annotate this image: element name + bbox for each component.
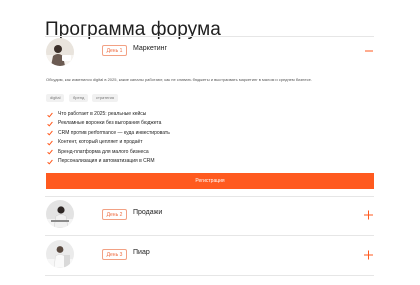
speaker-avatar [46,38,74,66]
divider [45,275,374,276]
plus-icon[interactable] [362,249,374,261]
check-icon [47,159,53,165]
session-description: Обсудим, как изменился digital в 2025, к… [46,77,312,82]
list-item-label: CRM против performance — куда инвестиров… [58,129,170,136]
tag: digital [46,94,65,102]
speaker-avatar [46,200,74,228]
list-item-label: Бренд-платформа для малого бизнеса [58,148,149,155]
register-button[interactable]: Регистрация [46,173,374,189]
divider [45,196,374,197]
minus-icon[interactable] [362,45,374,57]
list-item: CRM против performance — куда инвестиров… [47,129,170,138]
list-item: Бренд-платформа для малого бизнеса [47,148,170,157]
page-title: Программа форума [45,18,221,40]
plus-icon[interactable] [362,209,374,221]
list-item-label: Персонализация и автоматизация в CRM [58,157,155,164]
check-icon [47,112,53,118]
check-icon [47,149,53,155]
check-icon [47,140,53,146]
list-item: Что работает в 2025: реальные кейсы [47,110,170,119]
tag: стратегия [92,94,119,102]
list-item: Персонализация и автоматизация в CRM [47,157,170,166]
divider [45,235,374,236]
list-item-label: Рекламные воронки без выгорания бюджета [58,120,162,127]
session-topic[interactable]: Маркетинг [133,45,167,52]
day-badge: День 2 [102,209,127,220]
check-icon [47,130,53,137]
agenda-list: Что работает в 2025: реальные кейсы Рекл… [47,110,170,166]
list-item: Контент, который цепляет и продаёт [47,138,170,147]
list-item-label: Что работает в 2025: реальные кейсы [58,111,147,117]
check-icon [47,121,53,127]
speaker-avatar [46,240,74,268]
divider [45,36,374,37]
list-item: Рекламные воронки без выгорания бюджета [47,119,170,128]
list-item-label: Контент, который цепляет и продаёт [58,139,143,146]
session-topic[interactable]: Пиар [133,249,150,256]
day-badge: День 1 [102,45,127,56]
tag: бренд [69,94,89,102]
session-topic[interactable]: Продажи [133,209,162,216]
day-badge: День 3 [102,249,127,260]
